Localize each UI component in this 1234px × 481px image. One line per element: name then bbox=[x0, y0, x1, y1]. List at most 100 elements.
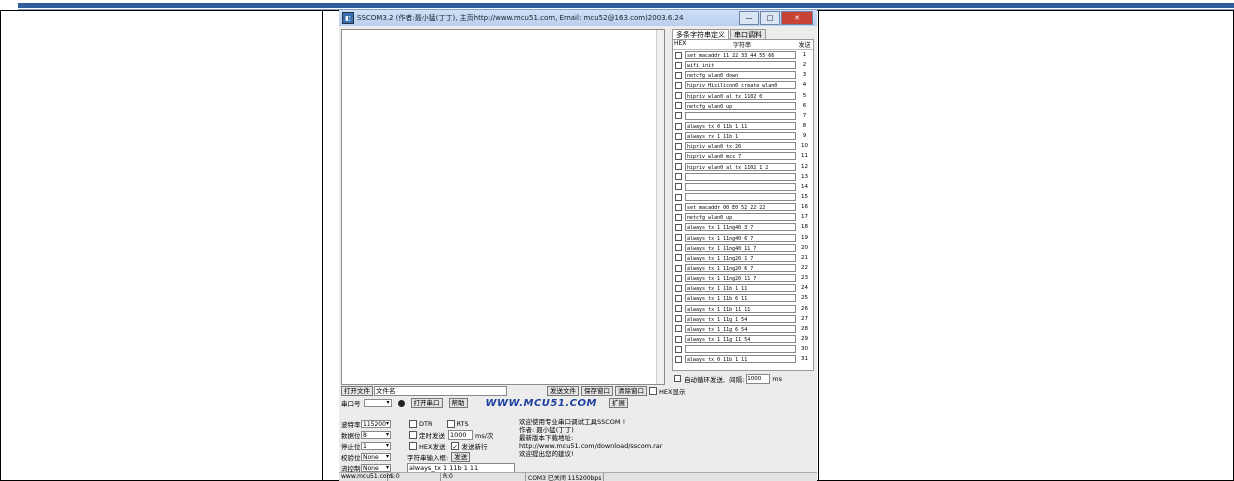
send-row-button[interactable]: 6 bbox=[796, 103, 813, 109]
send-row-button[interactable]: 14 bbox=[796, 184, 813, 190]
timed-send-checkbox[interactable] bbox=[409, 430, 417, 439]
help-button[interactable]: 帮助 bbox=[448, 398, 468, 408]
hex-checkbox[interactable] bbox=[675, 223, 682, 231]
hex-checkbox[interactable] bbox=[675, 132, 682, 140]
hex-checkbox[interactable] bbox=[675, 173, 682, 181]
hex-display-checkbox[interactable] bbox=[649, 386, 657, 395]
hex-checkbox[interactable] bbox=[675, 61, 682, 69]
send-row-button[interactable]: 2 bbox=[796, 62, 813, 68]
command-input[interactable]: always_tx 0 11b 1 11 bbox=[685, 122, 796, 131]
command-input[interactable]: always_rx 1 11b 1 bbox=[685, 132, 796, 141]
receive-scrollbar[interactable] bbox=[656, 30, 664, 384]
title-bar[interactable]: ◧ SSCOM3.2 (作者:聂小猛(丁丁), 主页http://www.mcu… bbox=[339, 10, 817, 26]
hex-checkbox[interactable] bbox=[675, 92, 682, 100]
command-input[interactable]: always_tx 1 11ng40 3 7 bbox=[685, 223, 796, 232]
command-input[interactable] bbox=[685, 111, 796, 120]
hex-checkbox[interactable] bbox=[675, 71, 682, 79]
send-row-button[interactable]: 1 bbox=[796, 52, 813, 58]
hex-checkbox[interactable] bbox=[675, 284, 682, 292]
save-window-button[interactable]: 保存窗口 bbox=[581, 385, 613, 396]
send-row-button[interactable]: 27 bbox=[796, 316, 813, 322]
command-input[interactable]: hipriv wlan0 tx 20 bbox=[685, 142, 796, 151]
send-row-button[interactable]: 19 bbox=[796, 235, 813, 241]
send-row-button[interactable]: 30 bbox=[796, 346, 813, 352]
send-button[interactable]: 发送 bbox=[451, 451, 471, 462]
command-input[interactable] bbox=[685, 345, 796, 354]
command-input[interactable]: always_tx 1 11ng20 11 7 bbox=[685, 274, 796, 283]
clear-window-button[interactable]: 清除窗口 bbox=[615, 385, 647, 396]
command-input[interactable]: always_tx 1 11ng20 1 7 bbox=[685, 253, 796, 262]
send-row-button[interactable]: 3 bbox=[796, 72, 813, 78]
hex-checkbox[interactable] bbox=[675, 142, 682, 150]
baud-select[interactable]: 115200 bbox=[361, 419, 391, 428]
command-input[interactable]: netcfg wlan0 up bbox=[685, 101, 796, 110]
send-row-button[interactable]: 16 bbox=[796, 204, 813, 210]
command-input[interactable]: netcfg wlan0 down bbox=[685, 71, 796, 80]
send-row-button[interactable]: 23 bbox=[796, 275, 813, 281]
filename-input[interactable]: 文件名 bbox=[374, 385, 507, 396]
send-row-button[interactable]: 12 bbox=[796, 164, 813, 170]
minimize-button[interactable]: — bbox=[739, 11, 759, 25]
hex-checkbox[interactable] bbox=[675, 81, 682, 89]
send-row-button[interactable]: 11 bbox=[796, 153, 813, 159]
command-input[interactable]: always_tx 0 11b 1 11 bbox=[685, 355, 796, 364]
hex-send-checkbox[interactable] bbox=[409, 441, 417, 450]
command-input[interactable]: hipriv wlan0 mcs 7 bbox=[685, 152, 796, 161]
hex-checkbox[interactable] bbox=[675, 335, 682, 343]
send-row-button[interactable]: 22 bbox=[796, 265, 813, 271]
send-row-button[interactable]: 18 bbox=[796, 224, 813, 230]
send-row-button[interactable]: 31 bbox=[796, 356, 813, 362]
send-row-button[interactable]: 24 bbox=[796, 285, 813, 291]
rts-checkbox[interactable] bbox=[446, 419, 455, 428]
hex-checkbox[interactable] bbox=[675, 315, 682, 323]
maximize-button[interactable]: □ bbox=[760, 11, 780, 25]
auto-loop-checkbox[interactable] bbox=[674, 375, 681, 382]
send-row-button[interactable]: 17 bbox=[796, 214, 813, 220]
hex-checkbox[interactable] bbox=[675, 355, 682, 363]
command-input[interactable]: hipriv wlan0 al_tx_1102 0 bbox=[685, 91, 796, 100]
open-file-button[interactable]: 打开文件 bbox=[341, 385, 373, 396]
send-row-button[interactable]: 29 bbox=[796, 336, 813, 342]
receive-area[interactable] bbox=[341, 29, 665, 385]
hex-checkbox[interactable] bbox=[675, 274, 682, 282]
send-row-button[interactable]: 21 bbox=[796, 255, 813, 261]
send-row-button[interactable]: 20 bbox=[796, 245, 813, 251]
command-input[interactable]: always_tx 1 11b 6 11 bbox=[685, 294, 796, 303]
send-row-button[interactable]: 7 bbox=[796, 113, 813, 119]
hex-checkbox[interactable] bbox=[675, 234, 682, 242]
send-row-button[interactable]: 25 bbox=[796, 295, 813, 301]
command-input[interactable]: set_macaddr 11 22 33 44 55 66 bbox=[685, 51, 796, 60]
command-input[interactable] bbox=[685, 182, 796, 191]
send-row-button[interactable]: 15 bbox=[796, 194, 813, 200]
dtr-checkbox[interactable] bbox=[409, 419, 417, 428]
open-port-button[interactable]: 打开串口 bbox=[410, 398, 443, 408]
hex-checkbox[interactable] bbox=[675, 203, 682, 211]
send-newline-checkbox[interactable]: ✓ bbox=[451, 441, 460, 451]
send-input[interactable]: always_tx 1 11b 1 11 bbox=[407, 462, 515, 473]
hex-checkbox[interactable] bbox=[675, 264, 682, 272]
close-button[interactable]: ✕ bbox=[781, 11, 813, 25]
flow-select[interactable]: None bbox=[361, 463, 391, 472]
databits-select[interactable]: 8 bbox=[361, 430, 391, 439]
hex-checkbox[interactable] bbox=[675, 122, 682, 130]
command-input[interactable]: always_tx 1 11ng40 11 7 bbox=[685, 243, 796, 252]
tab-serial-info[interactable]: 串口调料 bbox=[730, 29, 766, 39]
expand-button[interactable]: 扩展 bbox=[608, 398, 628, 408]
send-row-button[interactable]: 13 bbox=[796, 174, 813, 180]
command-input[interactable]: wifi_init bbox=[685, 61, 796, 70]
hex-checkbox[interactable] bbox=[675, 112, 682, 120]
timed-interval-input[interactable]: 1000 bbox=[448, 429, 473, 440]
parity-select[interactable]: None bbox=[361, 452, 391, 461]
status-site[interactable]: www.mcu51.com bbox=[339, 473, 392, 481]
hex-checkbox[interactable] bbox=[675, 345, 682, 353]
command-input[interactable]: always_tx 1 11b 11 11 bbox=[685, 304, 796, 313]
command-input[interactable]: hipriv wlan0 al_tx_1102 1 2 bbox=[685, 162, 796, 171]
hex-checkbox[interactable] bbox=[675, 244, 682, 252]
period-input[interactable]: 1000 bbox=[746, 373, 771, 384]
tab-multi-string[interactable]: 多条字符串定义 bbox=[672, 29, 729, 39]
send-row-button[interactable]: 8 bbox=[796, 123, 813, 129]
port-select[interactable] bbox=[363, 399, 392, 407]
command-input[interactable]: always_tx 1 11g 11 54 bbox=[685, 335, 796, 343]
command-input[interactable]: netcfg wlan0 up bbox=[685, 213, 796, 222]
command-input[interactable] bbox=[685, 172, 796, 181]
